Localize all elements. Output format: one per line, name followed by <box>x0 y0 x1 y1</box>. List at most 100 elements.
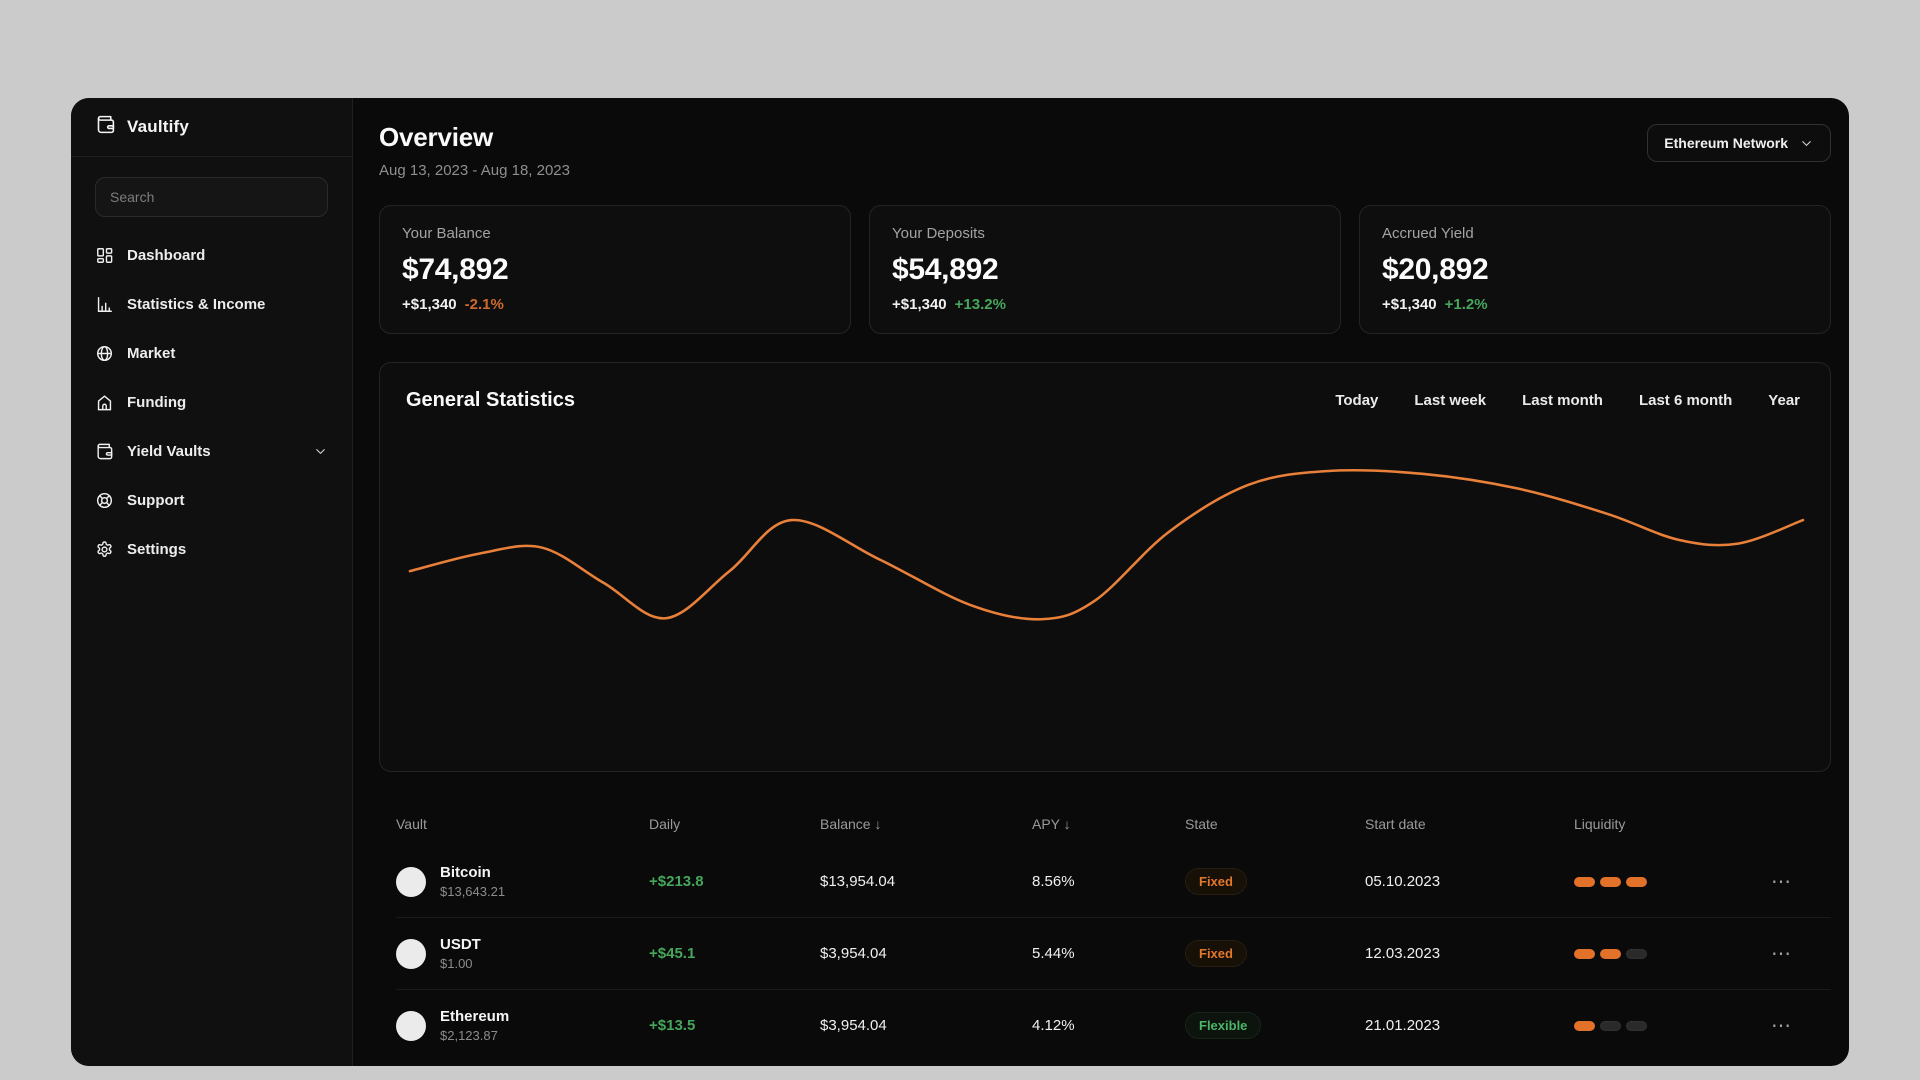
time-filters: Today Last week Last month Last 6 month Year <box>1335 392 1800 409</box>
lifebuoy-icon <box>95 491 114 510</box>
sidebar-item-label: Market <box>127 345 176 362</box>
column-header-vault: Vault <box>396 816 427 832</box>
balance-cell: $3,954.04 <box>820 1017 887 1034</box>
sidebar-item-yield-vaults[interactable]: Yield Vaults <box>95 427 328 476</box>
apy-cell: 8.56% <box>1032 873 1075 890</box>
apy-cell: 4.12% <box>1032 1017 1075 1034</box>
stat-card-label: Your Balance <box>402 225 491 242</box>
start-date-cell: 12.03.2023 <box>1365 945 1441 962</box>
stat-card-your-balance: Your Balance $74,892 +$1,340 -2.1% <box>379 205 851 334</box>
sidebar-item-support[interactable]: Support <box>95 476 328 525</box>
wallet-logo-icon <box>95 114 116 140</box>
sidebar-item-settings[interactable]: Settings <box>95 525 328 574</box>
date-range: Aug 13, 2023 - Aug 18, 2023 <box>379 162 570 179</box>
liquidity-pill <box>1574 876 1595 887</box>
apy-cell: 5.44% <box>1032 945 1075 962</box>
network-selector-label: Ethereum Network <box>1664 135 1788 151</box>
state-badge: Fixed <box>1185 868 1247 895</box>
state-cell: Flexible <box>1185 1012 1365 1039</box>
bar-chart-icon <box>95 295 114 314</box>
column-header-apy[interactable]: APY ↓ <box>1032 816 1185 832</box>
row-menu-icon[interactable]: ⋯ <box>1755 1016 1831 1036</box>
stat-card-delta-percent: +13.2% <box>954 296 1006 313</box>
column-header-daily: Daily <box>649 816 681 832</box>
liquidity-pill <box>1574 948 1595 959</box>
chart-line-series <box>408 469 1805 621</box>
filter-last-month[interactable]: Last month <box>1522 392 1603 409</box>
sidebar-item-label: Yield Vaults <box>127 443 211 460</box>
sidebar-item-label: Statistics & Income <box>127 296 266 313</box>
topbar: Overview Aug 13, 2023 - Aug 18, 2023 Eth… <box>379 122 1831 179</box>
stat-card-delta: +$1,340 <box>1382 296 1437 313</box>
table-row-bitcoin: Bitcoin $13,643.21 +$213.8 $13,954.04 8.56% F… <box>396 846 1831 917</box>
vault-price: $2,123.87 <box>440 1028 498 1043</box>
app-window: Vaultify Dashboard Statistics & Income Mar… <box>71 98 1849 1066</box>
filter-today[interactable]: Today <box>1335 392 1378 409</box>
daily-cell: +$13.5 <box>649 1017 696 1034</box>
page-title: Overview <box>379 122 494 152</box>
stat-cards-row: Your Balance $74,892 +$1,340 -2.1% Your Depo… <box>379 205 1831 334</box>
start-date-cell: 21.01.2023 <box>1365 1017 1441 1034</box>
column-header-state: State <box>1185 816 1218 832</box>
liquidity-cell <box>1574 948 1755 959</box>
row-menu-icon[interactable]: ⋯ <box>1755 944 1831 964</box>
stat-card-delta-percent: +1.2% <box>1444 296 1488 313</box>
page-heading: Overview Aug 13, 2023 - Aug 18, 2023 <box>379 122 570 179</box>
sidebar: Vaultify Dashboard Statistics & Income Mar… <box>71 98 353 1066</box>
globe-icon <box>95 344 114 363</box>
sidebar-nav: Dashboard Statistics & Income Market Fundin… <box>71 231 352 574</box>
stat-card-label: Your Deposits <box>892 225 985 242</box>
vault-name: Ethereum <box>440 1008 510 1025</box>
coin-avatar <box>396 866 426 897</box>
liquidity-pill <box>1600 948 1621 959</box>
liquidity-cell <box>1574 1020 1755 1031</box>
column-header-balance[interactable]: Balance ↓ <box>820 816 1032 832</box>
chevron-down-icon <box>313 444 328 459</box>
sidebar-item-label: Settings <box>127 541 187 558</box>
stat-card-your-deposits: Your Deposits $54,892 +$1,340 +13.2% <box>869 205 1341 334</box>
search-input[interactable] <box>95 177 328 217</box>
app-title: Vaultify <box>127 117 190 136</box>
start-date-cell: 05.10.2023 <box>1365 873 1441 890</box>
coin-avatar <box>396 1010 426 1041</box>
statistics-line-chart <box>408 469 1805 621</box>
stat-card-delta: +$1,340 <box>892 296 947 313</box>
vault-cell: Bitcoin $13,643.21 <box>396 864 649 899</box>
sidebar-item-market[interactable]: Market <box>95 329 328 378</box>
table-row-ethereum: Ethereum $2,123.87 +$13.5 $3,954.04 4.12% Fle… <box>396 989 1831 1061</box>
vault-cell: Ethereum $2,123.87 <box>396 1008 649 1043</box>
sidebar-item-statistics-and-income[interactable]: Statistics & Income <box>95 280 328 329</box>
table-body: Bitcoin $13,643.21 +$213.8 $13,954.04 8.56% F… <box>396 846 1831 1061</box>
network-selector[interactable]: Ethereum Network <box>1647 124 1831 162</box>
chart-title: General Statistics <box>406 389 575 411</box>
stat-card-value: $74,892 <box>402 253 509 286</box>
row-menu-icon[interactable]: ⋯ <box>1755 872 1831 892</box>
liquidity-cell <box>1574 876 1755 887</box>
liquidity-pill <box>1600 876 1621 887</box>
sidebar-item-label: Funding <box>127 394 187 411</box>
sidebar-item-funding[interactable]: Funding <box>95 378 328 427</box>
vault-price: $1.00 <box>440 956 473 971</box>
sidebar-item-dashboard[interactable]: Dashboard <box>95 231 328 280</box>
page-background: Vaultify Dashboard Statistics & Income Mar… <box>0 0 1920 1080</box>
gear-icon <box>95 540 114 559</box>
stat-card-delta-percent: -2.1% <box>464 296 504 313</box>
filter-year[interactable]: Year <box>1768 392 1800 409</box>
vaults-table: Vault Daily Balance ↓ APY ↓ State Start date L… <box>379 814 1831 1061</box>
liquidity-pill <box>1626 948 1647 959</box>
sidebar-item-label: Support <box>127 492 185 509</box>
liquidity-pill <box>1626 876 1647 887</box>
vault-cell: USDT $1.00 <box>396 936 649 971</box>
daily-cell: +$213.8 <box>649 873 704 890</box>
coin-avatar <box>396 938 426 969</box>
stat-card-accrued-yield: Accrued Yield $20,892 +$1,340 +1.2% <box>1359 205 1831 334</box>
sidebar-item-label: Dashboard <box>127 247 206 264</box>
liquidity-pill <box>1574 1020 1595 1031</box>
sidebar-divider <box>71 156 352 157</box>
filter-last-6-month[interactable]: Last 6 month <box>1639 392 1732 409</box>
main-content: Overview Aug 13, 2023 - Aug 18, 2023 Eth… <box>353 98 1849 1066</box>
liquidity-pill <box>1600 1020 1621 1031</box>
vault-name: USDT <box>440 936 481 953</box>
filter-last-week[interactable]: Last week <box>1414 392 1486 409</box>
app-logo: Vaultify <box>71 98 352 156</box>
